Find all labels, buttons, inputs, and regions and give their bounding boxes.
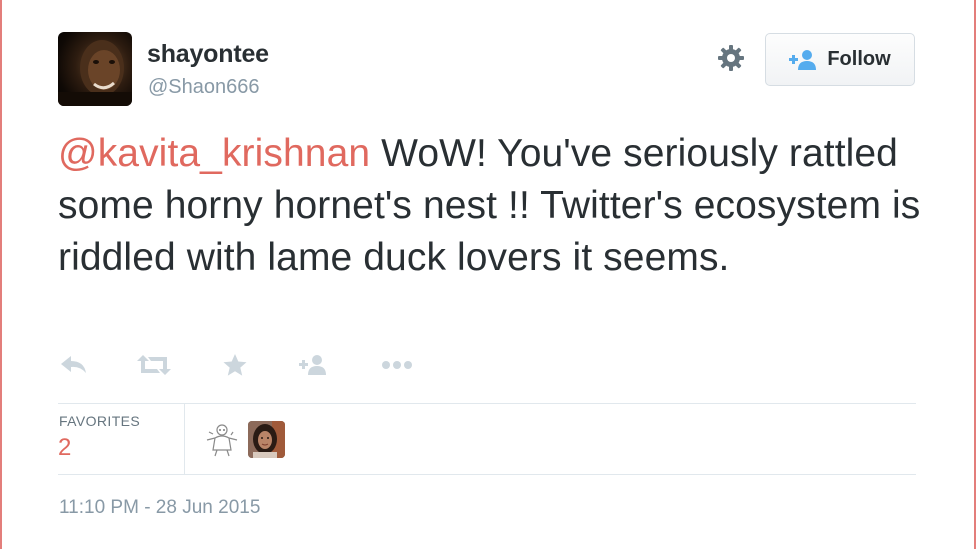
star-icon [223,354,247,376]
reply-icon [61,356,86,373]
frame-border-left [0,0,2,549]
avatar[interactable] [58,32,132,106]
more-dots-icon [382,361,412,369]
user-photo-avatar-icon [248,421,285,458]
add-user-icon [789,49,817,70]
favorite-button[interactable] [220,350,250,380]
stats-divider-top [58,403,916,404]
gear-icon [718,45,744,71]
favorites-count[interactable]: 2 [58,434,71,462]
retweet-icon [137,355,171,375]
follow-button-label: Follow [827,48,891,70]
reply-button[interactable] [58,350,90,380]
mention-link[interactable]: @kavita_krishnan [58,132,370,175]
tweet-timestamp[interactable]: 11:10 PM - 28 Jun 2015 [59,497,260,519]
follow-button[interactable]: Follow [765,33,915,86]
stats-divider-vertical [184,404,185,474]
add-user-icon [299,355,326,375]
tweet-text: @kavita_krishnan WoW! You've seriously r… [58,128,938,284]
favoriter-avatar[interactable] [248,421,285,458]
retweet-button[interactable] [136,350,172,380]
favorites-label: FAVORITES [59,413,141,429]
settings-button[interactable] [713,40,749,76]
favoriter-avatar[interactable] [203,420,241,458]
screen-name[interactable]: @Shaon666 [148,76,260,99]
follow-action-button[interactable] [296,350,330,380]
more-button[interactable] [380,350,414,380]
stats-divider-bottom [58,474,916,475]
display-name[interactable]: shayontee [147,40,269,69]
user-photo-avatar-icon [58,40,132,106]
sketch-figure-avatar-icon [206,424,238,457]
